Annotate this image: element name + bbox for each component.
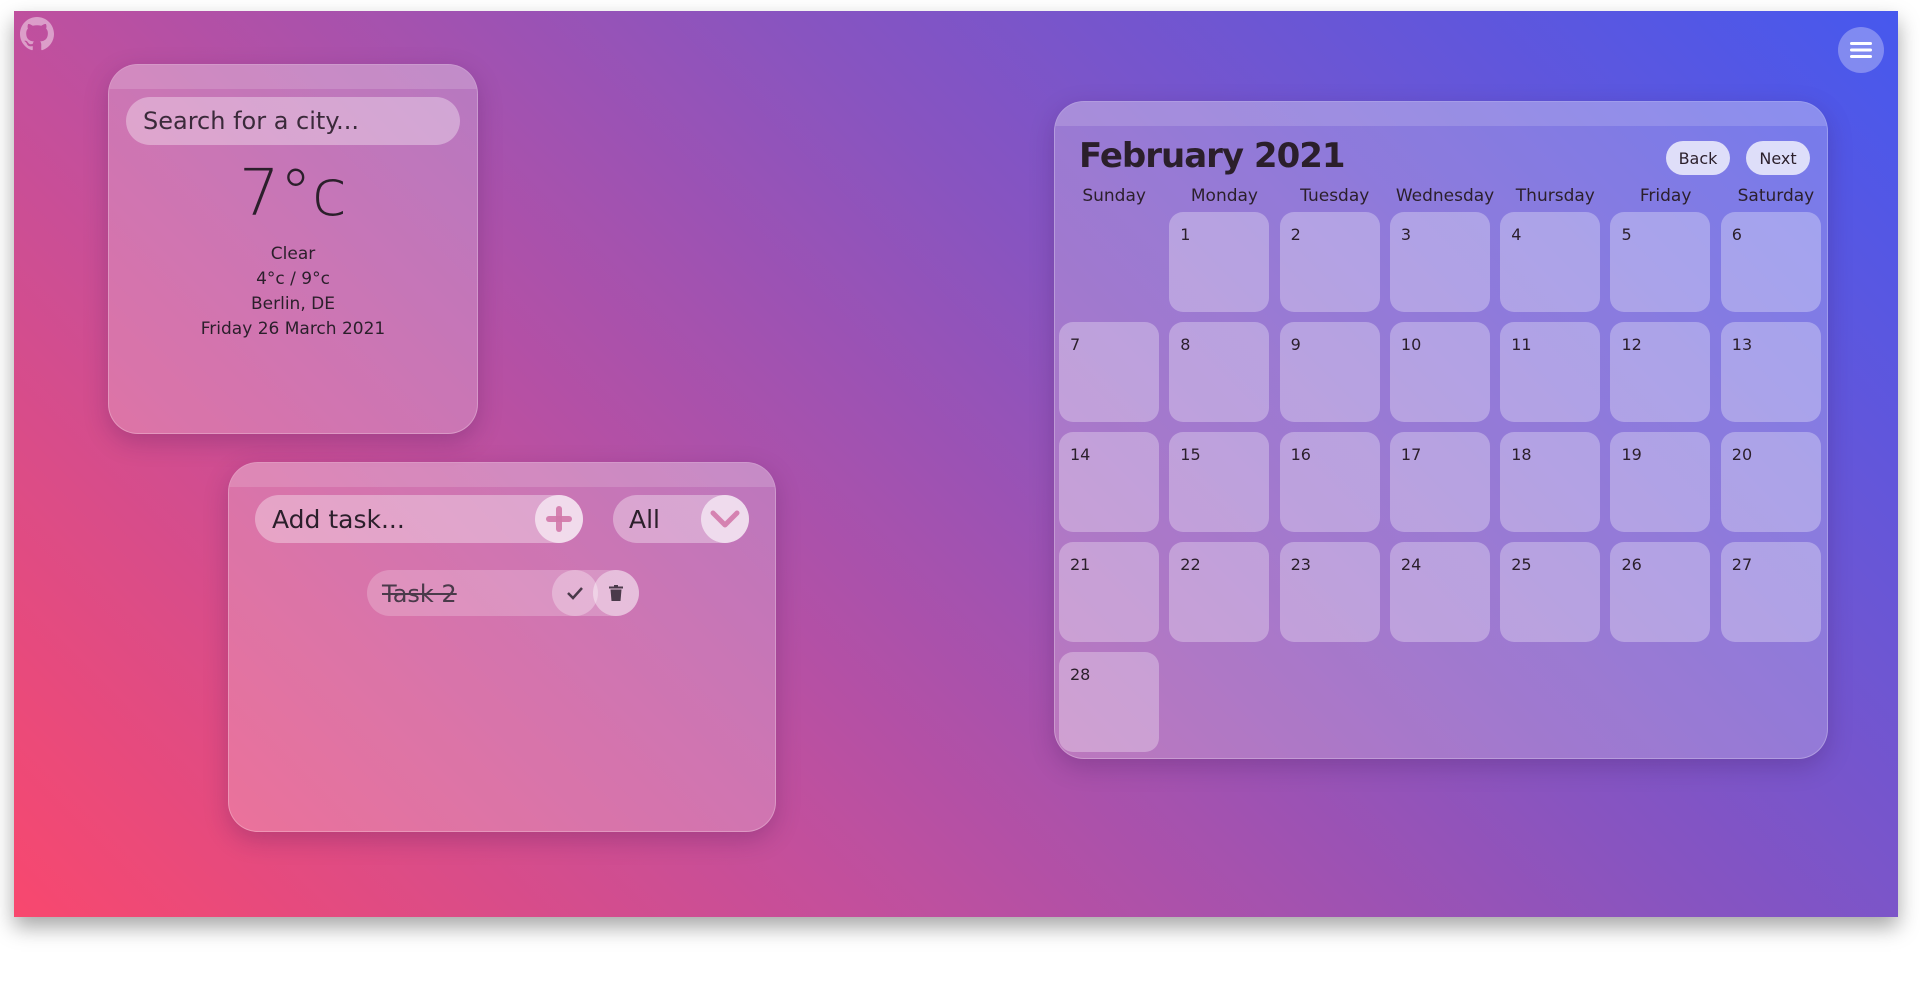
calendar-back-button[interactable]: Back: [1666, 141, 1730, 175]
menu-button[interactable]: [1838, 27, 1884, 73]
calendar-day[interactable]: 18: [1500, 432, 1601, 532]
calendar-day[interactable]: 11: [1500, 322, 1601, 422]
calendar-day[interactable]: 21: [1059, 542, 1159, 642]
complete-task-button[interactable]: [552, 570, 598, 616]
weather-date: Friday 26 March 2021: [200, 319, 386, 339]
calendar-day[interactable]: 19: [1610, 432, 1711, 532]
plus-icon: [546, 506, 572, 532]
calendar-widget: February 2021 Back Next Sunday Monday Tues…: [1054, 101, 1828, 759]
trash-icon: [609, 585, 623, 601]
weekday-label: Friday: [1639, 186, 1692, 206]
calendar-day[interactable]: 24: [1389, 542, 1490, 642]
calendar-day[interactable]: 27: [1720, 542, 1821, 642]
weekday-label: Wednesday: [1395, 186, 1495, 206]
calendar-day[interactable]: 23: [1279, 542, 1380, 642]
temperature: 7°c: [239, 157, 347, 231]
app-screen: 7°c Clear 4°c / 9°c Berlin, DE Friday 26…: [14, 11, 1898, 917]
task-item: Task 2: [367, 570, 639, 616]
filter-value: All: [629, 505, 660, 534]
calendar-day[interactable]: 26: [1610, 542, 1711, 642]
temperature-range: 4°c / 9°c: [256, 269, 330, 289]
calendar-day[interactable]: 13: [1720, 322, 1821, 422]
weekday-header: Sunday Monday Tuesday Wednesday Thursday Frid…: [1059, 186, 1827, 206]
weekday-label: Thursday: [1515, 186, 1595, 206]
calendar-day[interactable]: 22: [1169, 542, 1270, 642]
add-task-button[interactable]: [535, 495, 583, 543]
resize-grip-icon[interactable]: [1814, 745, 1824, 755]
calendar-day[interactable]: 6: [1720, 212, 1821, 312]
calendar-day-empty: [1059, 212, 1159, 312]
resize-grip-icon[interactable]: [762, 818, 772, 828]
delete-task-button[interactable]: [593, 570, 639, 616]
calendar-title: February 2021: [1079, 136, 1346, 176]
calendar-day[interactable]: 20: [1720, 432, 1821, 532]
calendar-day[interactable]: 3: [1389, 212, 1490, 312]
city-search-input[interactable]: [126, 97, 460, 145]
weekday-label: Sunday: [1082, 186, 1146, 206]
weather-widget: 7°c Clear 4°c / 9°c Berlin, DE Friday 26…: [108, 64, 478, 434]
calendar-day[interactable]: 8: [1169, 322, 1270, 422]
calendar-day[interactable]: 16: [1279, 432, 1380, 532]
filter-dropdown-button[interactable]: [701, 495, 749, 543]
calendar-day[interactable]: 17: [1389, 432, 1490, 532]
calendar-day[interactable]: 7: [1059, 322, 1159, 422]
calendar-day[interactable]: 14: [1059, 432, 1159, 532]
weekday-label: Saturday: [1737, 186, 1815, 206]
calendar-day[interactable]: 12: [1610, 322, 1711, 422]
task-label: Task 2: [382, 580, 457, 608]
calendar-day[interactable]: 5: [1610, 212, 1711, 312]
calendar-day[interactable]: 10: [1389, 322, 1490, 422]
calendar-next-button[interactable]: Next: [1746, 141, 1810, 175]
calendar-day[interactable]: 2: [1279, 212, 1380, 312]
todo-widget: All Task 2: [228, 462, 776, 832]
calendar-day[interactable]: 1: [1169, 212, 1270, 312]
add-task-input[interactable]: [255, 495, 525, 543]
calendar-day[interactable]: 9: [1279, 322, 1380, 422]
weekday-label: Tuesday: [1300, 186, 1370, 206]
add-task-field: [255, 495, 583, 543]
weather-location: Berlin, DE: [251, 294, 335, 314]
calendar-day[interactable]: 15: [1169, 432, 1270, 532]
calendar-day[interactable]: 4: [1500, 212, 1601, 312]
hamburger-menu-icon: [1850, 42, 1872, 58]
calendar-day[interactable]: 28: [1059, 652, 1159, 752]
calendar-day[interactable]: 25: [1500, 542, 1601, 642]
check-icon: [567, 587, 583, 600]
github-icon[interactable]: [20, 17, 54, 51]
resize-grip-icon[interactable]: [464, 420, 474, 430]
calendar-grid: 1 2 3 4 5 6 7 8 9 10 11 12 13 14 15 16 17 18 19 20 21 22 23 24 2…: [1059, 212, 1827, 752]
weather-condition: Clear: [270, 244, 316, 264]
filter-select[interactable]: All: [613, 495, 749, 543]
chevron-down-icon: [710, 510, 740, 528]
weekday-label: Monday: [1190, 186, 1258, 206]
